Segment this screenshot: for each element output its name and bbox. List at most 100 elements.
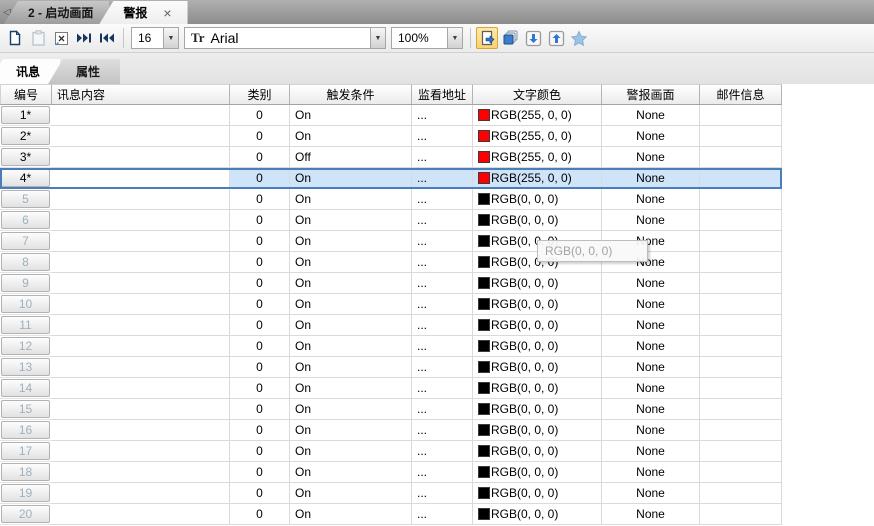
cell-message[interactable]: [52, 462, 230, 483]
row-number-button[interactable]: 9: [1, 274, 50, 292]
cell-text-color[interactable]: RGB(0, 0, 0): [473, 420, 602, 441]
row-number-button[interactable]: 6: [1, 211, 50, 229]
cell-alarm-screen[interactable]: None: [602, 315, 700, 336]
chevron-down-icon[interactable]: ▼: [447, 28, 462, 48]
row-number-button[interactable]: 12: [1, 337, 50, 355]
cell-message[interactable]: [52, 399, 230, 420]
cell-mail[interactable]: [700, 504, 782, 525]
cell-address[interactable]: ...: [412, 189, 473, 210]
cell-address[interactable]: ...: [412, 147, 473, 168]
cell-address[interactable]: ...: [412, 483, 473, 504]
cell-category[interactable]: 0: [230, 105, 290, 126]
row-number-button[interactable]: 5: [1, 190, 50, 208]
cell-category[interactable]: 0: [230, 168, 290, 189]
cell-trigger[interactable]: On: [290, 399, 412, 420]
cell-trigger[interactable]: On: [290, 336, 412, 357]
cell-text-color[interactable]: RGB(0, 0, 0): [473, 336, 602, 357]
cell-category[interactable]: 0: [230, 399, 290, 420]
cell-address[interactable]: ...: [412, 273, 473, 294]
cell-category[interactable]: 0: [230, 147, 290, 168]
cell-address[interactable]: ...: [412, 126, 473, 147]
cell-trigger[interactable]: On: [290, 504, 412, 525]
font-size-combobox[interactable]: 16 ▼: [131, 27, 179, 49]
cell-alarm-screen[interactable]: None: [602, 399, 700, 420]
cell-mail[interactable]: [700, 126, 782, 147]
export-csv-toggle-button[interactable]: [476, 27, 498, 49]
cell-mail[interactable]: [700, 315, 782, 336]
cell-message[interactable]: [52, 252, 230, 273]
cell-alarm-screen[interactable]: None: [602, 420, 700, 441]
cell-mail[interactable]: [700, 378, 782, 399]
row-number-button[interactable]: 3*: [1, 148, 50, 166]
cell-alarm-screen[interactable]: None: [602, 462, 700, 483]
cell-trigger[interactable]: On: [290, 378, 412, 399]
row-number-button[interactable]: 20: [1, 505, 50, 523]
cell-category[interactable]: 0: [230, 357, 290, 378]
cell-address[interactable]: ...: [412, 336, 473, 357]
cell-message[interactable]: [52, 504, 230, 525]
font-family-combobox[interactable]: Tr Arial ▼: [184, 27, 386, 49]
cell-trigger[interactable]: On: [290, 315, 412, 336]
cell-message[interactable]: [52, 441, 230, 462]
cell-address[interactable]: ...: [412, 462, 473, 483]
cell-address[interactable]: ...: [412, 294, 473, 315]
cell-alarm-screen[interactable]: None: [602, 294, 700, 315]
cell-text-color[interactable]: RGB(0, 0, 0): [473, 483, 602, 504]
cell-category[interactable]: 0: [230, 273, 290, 294]
cell-message[interactable]: [52, 126, 230, 147]
new-message-button[interactable]: [4, 27, 26, 49]
cell-message[interactable]: [52, 483, 230, 504]
cell-address[interactable]: ...: [412, 252, 473, 273]
cell-alarm-screen[interactable]: None: [602, 105, 700, 126]
column-header-address[interactable]: 监看地址: [412, 84, 473, 105]
cell-category[interactable]: 0: [230, 420, 290, 441]
cell-alarm-screen[interactable]: None: [602, 483, 700, 504]
cell-alarm-screen[interactable]: None: [602, 336, 700, 357]
cell-mail[interactable]: [700, 462, 782, 483]
tab-alarm[interactable]: 警报 ×: [99, 1, 187, 24]
cell-text-color[interactable]: RGB(0, 0, 0): [473, 441, 602, 462]
cell-message[interactable]: [52, 147, 230, 168]
cell-text-color[interactable]: RGB(0, 0, 0): [473, 294, 602, 315]
cell-mail[interactable]: [700, 168, 782, 189]
cell-trigger[interactable]: On: [290, 441, 412, 462]
cell-trigger[interactable]: On: [290, 105, 412, 126]
cell-message[interactable]: [52, 210, 230, 231]
cell-text-color[interactable]: RGB(255, 0, 0): [473, 126, 602, 147]
cell-mail[interactable]: [700, 420, 782, 441]
cell-text-color[interactable]: RGB(0, 0, 0): [473, 210, 602, 231]
cell-category[interactable]: 0: [230, 504, 290, 525]
cell-category[interactable]: 0: [230, 441, 290, 462]
cell-category[interactable]: 0: [230, 231, 290, 252]
row-number-button[interactable]: 18: [1, 463, 50, 481]
column-header-alarm-screen[interactable]: 警报画面: [602, 84, 700, 105]
cell-alarm-screen[interactable]: None: [602, 210, 700, 231]
column-header-message[interactable]: 讯息内容: [52, 84, 230, 105]
cell-address[interactable]: ...: [412, 378, 473, 399]
cell-mail[interactable]: [700, 441, 782, 462]
cell-address[interactable]: ...: [412, 441, 473, 462]
row-number-button[interactable]: 19: [1, 484, 50, 502]
cell-mail[interactable]: [700, 357, 782, 378]
cell-mail[interactable]: [700, 399, 782, 420]
cell-category[interactable]: 0: [230, 189, 290, 210]
cell-text-color[interactable]: RGB(0, 0, 0): [473, 462, 602, 483]
cell-trigger[interactable]: On: [290, 210, 412, 231]
cell-text-color[interactable]: RGB(0, 0, 0): [473, 315, 602, 336]
cell-trigger[interactable]: On: [290, 294, 412, 315]
cell-address[interactable]: ...: [412, 315, 473, 336]
cell-address[interactable]: ...: [412, 357, 473, 378]
row-number-button[interactable]: 10: [1, 295, 50, 313]
row-number-button[interactable]: 8: [1, 253, 50, 271]
cell-category[interactable]: 0: [230, 483, 290, 504]
cell-message[interactable]: [52, 168, 230, 189]
cell-category[interactable]: 0: [230, 315, 290, 336]
cell-trigger[interactable]: On: [290, 126, 412, 147]
cell-mail[interactable]: [700, 231, 782, 252]
cell-alarm-screen[interactable]: None: [602, 168, 700, 189]
cell-mail[interactable]: [700, 336, 782, 357]
cell-alarm-screen[interactable]: None: [602, 126, 700, 147]
column-header-category[interactable]: 类别: [230, 84, 290, 105]
row-number-button[interactable]: 17: [1, 442, 50, 460]
cell-text-color[interactable]: RGB(255, 0, 0): [473, 105, 602, 126]
